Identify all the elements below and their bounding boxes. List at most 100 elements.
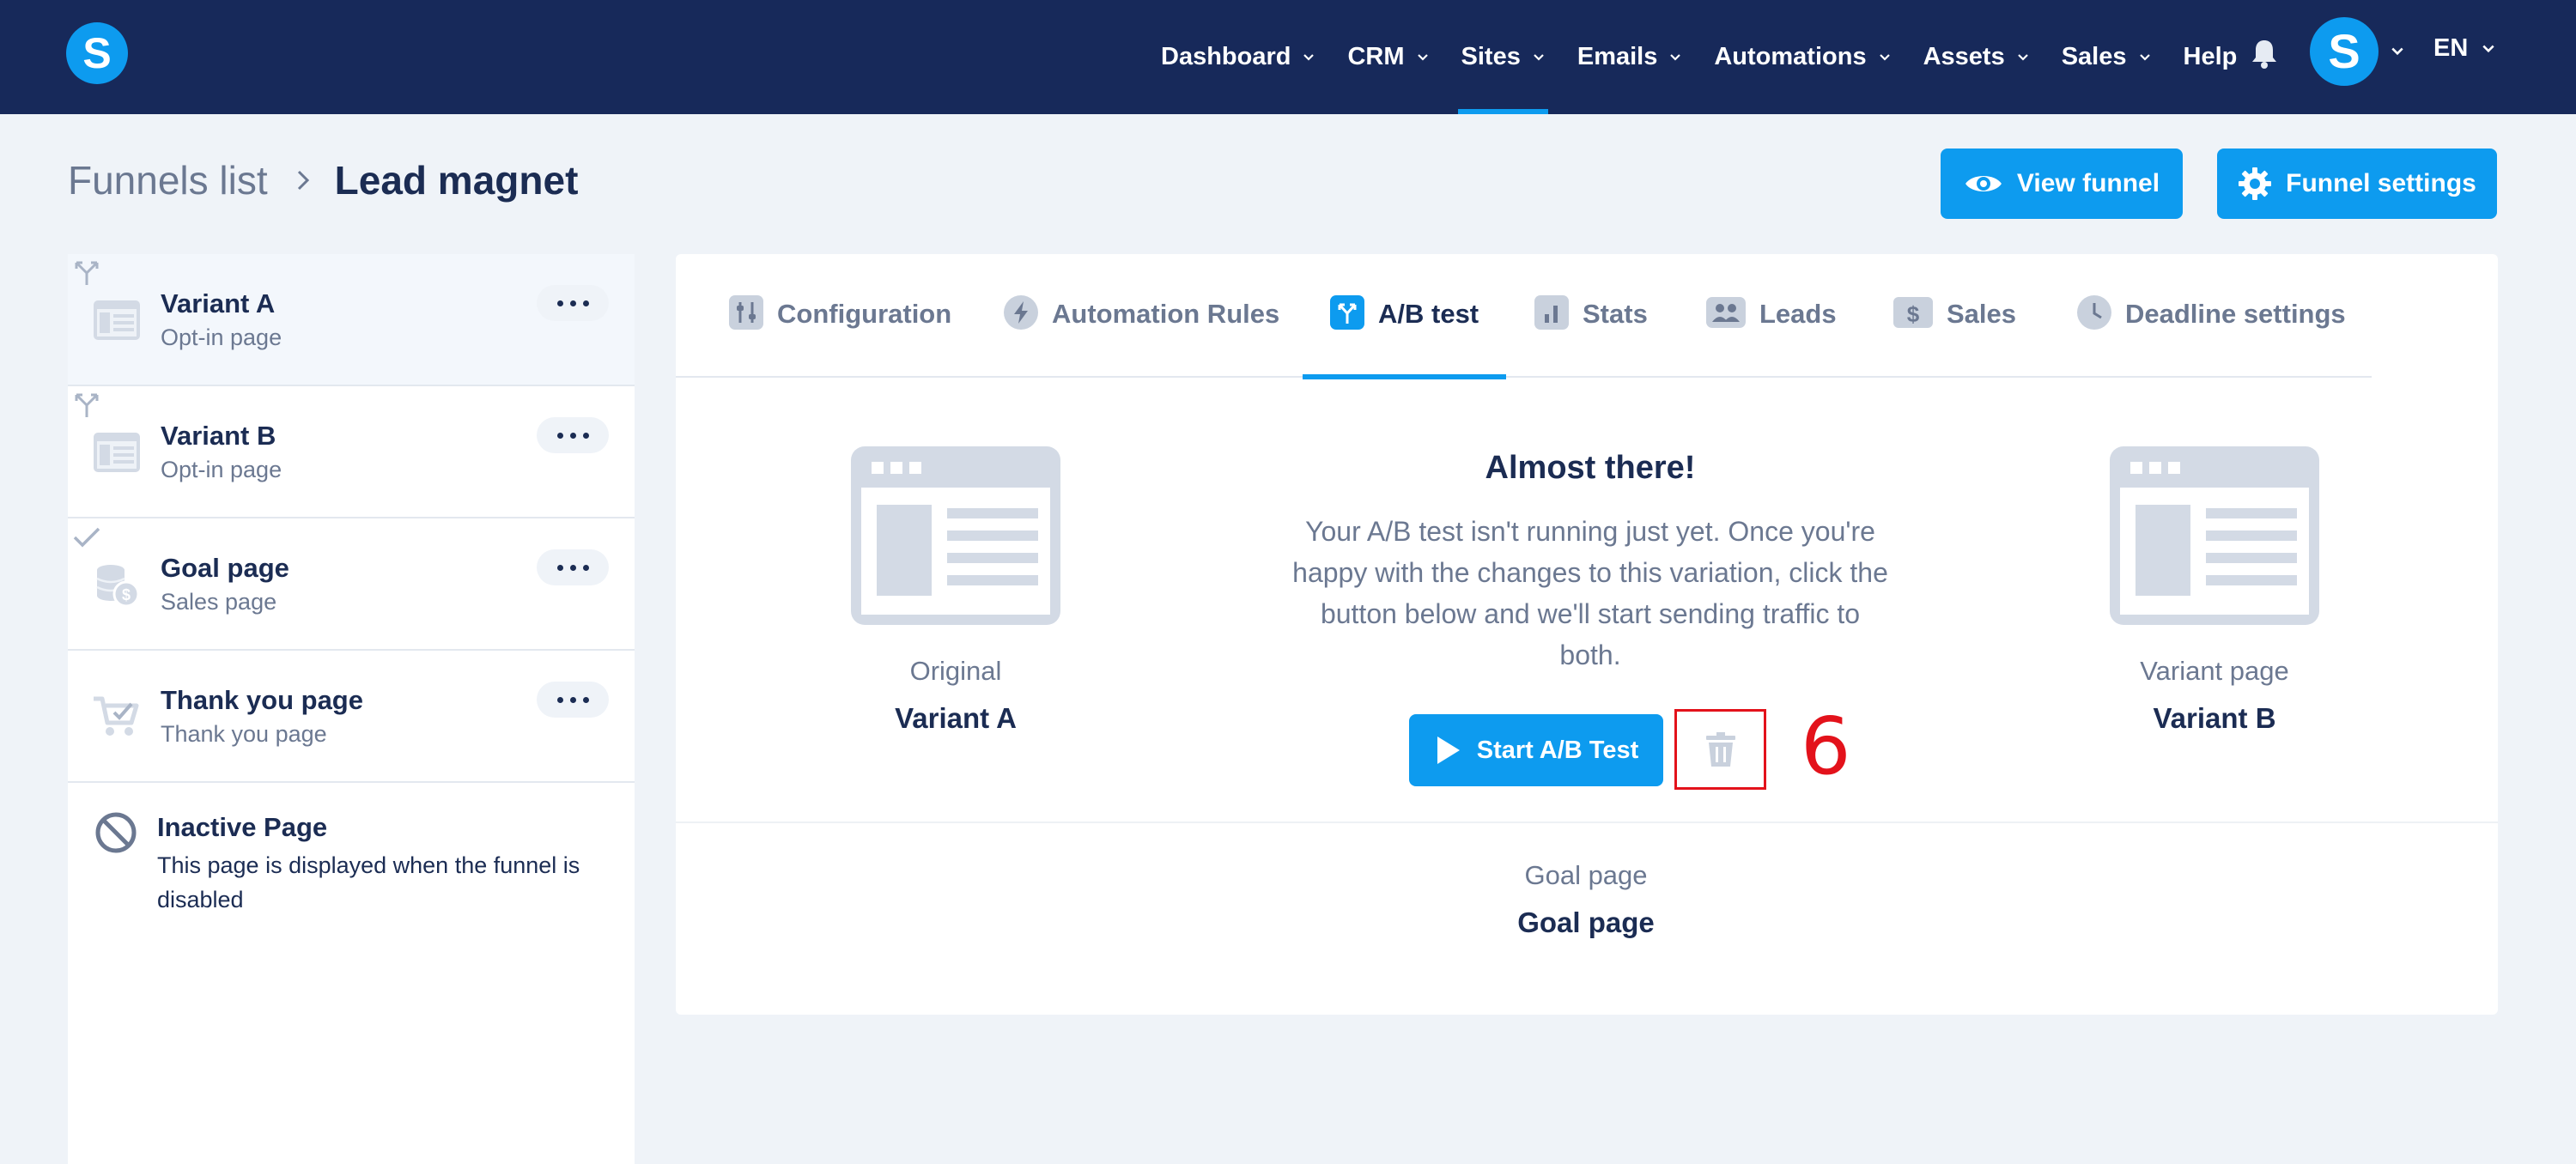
tab-label: Configuration [777,299,952,329]
funnel-step-variant-a[interactable]: Variant A Opt-in page [68,254,635,386]
start-ab-test-button[interactable]: Start A/B Test [1409,714,1663,786]
funnel-settings-button[interactable]: Funnel settings [2217,149,2497,219]
language-selector[interactable]: EN [2433,34,2495,63]
nav-item-sales[interactable]: Sales [2062,0,2151,114]
tab-label: Sales [1947,299,2017,329]
page-preview-icon [2110,446,2319,625]
chevron-down-icon [1670,53,1681,61]
inactive-page-title: Inactive Page [157,812,328,842]
nav-item-automations[interactable]: Automations [1714,0,1890,114]
breadcrumb-funnels-list[interactable]: Funnels list [68,157,268,203]
cart-check-icon [94,696,139,736]
variant-name: Variant B [2153,702,2276,734]
inactive-page-description: This page is displayed when the funnel i… [157,852,580,912]
split-icon [75,393,99,417]
chevron-down-icon [1879,53,1890,61]
original-name: Variant A [895,702,1017,734]
tab-stats[interactable]: Stats [1534,295,1648,378]
funnel-step-goal-page[interactable]: $ Goal page Sales page [68,518,635,651]
view-funnel-label: View funnel [2016,169,2160,197]
step-subtitle: Sales page [161,589,277,615]
step-subtitle: Thank you page [161,721,327,747]
tab-bar: Configuration Automation Rules A/B test … [676,254,2372,379]
funnel-step-panel: Configuration Automation Rules A/B test … [676,254,2498,1015]
trash-icon [1705,732,1735,767]
nav-item-emails[interactable]: Emails [1577,0,1682,114]
lightning-icon [1004,295,1038,330]
nav-item-sites[interactable]: Sites [1457,0,1549,114]
chevron-down-icon [1417,53,1428,61]
funnel-settings-label: Funnel settings [2286,169,2476,197]
top-navigation-bar: S Dashboard CRM Sites Emails Automations… [0,0,2576,114]
divider [676,821,2498,823]
inactive-page-step[interactable]: Inactive Page This page is displayed whe… [68,783,635,937]
step-subtitle: Opt-in page [161,457,283,482]
funnel-steps-sidebar: Variant A Opt-in page Variant B Opt-in p… [68,254,635,1164]
nav-item-label: Sales [2061,43,2127,70]
tab-ab-test[interactable]: A/B test [1302,295,1507,379]
view-funnel-button[interactable]: View funnel [1941,149,2183,219]
tab-configuration[interactable]: Configuration [729,295,952,378]
main-nav: Dashboard CRM Sites Emails Automations A… [1161,0,2269,114]
language-label: EN [2433,34,2469,62]
more-options-button[interactable] [537,682,609,718]
nav-item-help[interactable]: Help [2184,0,2238,114]
tab-leads[interactable]: Leads [1706,297,1837,378]
breadcrumb: Funnels list Lead magnet [68,157,578,203]
step-title: Thank you page [161,685,363,715]
user-avatar[interactable]: S [2310,17,2379,86]
step-title: Variant A [161,288,276,318]
play-icon [1437,737,1460,764]
goal-page-summary: Goal page Goal page [1328,860,1844,939]
split-icon [75,261,99,285]
disabled-icon [95,812,137,853]
nav-item-label: Emails [1577,43,1658,70]
tab-label: Deadline settings [2125,299,2346,329]
check-icon [73,527,100,548]
opt-in-page-icon [94,433,140,472]
nav-item-dashboard[interactable]: Dashboard [1161,0,1315,114]
nav-item-crm[interactable]: CRM [1347,0,1428,114]
more-options-button[interactable] [537,417,609,453]
nav-item-label: Dashboard [1161,43,1291,70]
variant-label: Variant page [2140,656,2289,686]
users-icon [1706,297,1746,328]
tab-label: Stats [1583,299,1648,329]
eye-icon [1965,176,2002,191]
gear-icon [2239,167,2272,200]
bar-chart-icon [1534,295,1569,330]
split-icon [1330,295,1364,330]
bell-icon[interactable] [2247,36,2281,70]
status-description: Your A/B test isn't running just yet. On… [1292,516,1888,670]
clock-icon [2077,295,2111,330]
chevron-down-icon [2017,53,2028,61]
nav-item-label: Help [2183,43,2238,70]
tab-deadline-settings[interactable]: Deadline settings [2077,295,2346,378]
step-title: Variant B [161,421,276,451]
nav-item-label: Assets [1923,43,2005,70]
variant-b: Variant page Variant B [2086,446,2343,735]
nav-item-label: CRM [1347,43,1405,70]
tab-automation-rules[interactable]: Automation Rules [1004,295,1280,378]
tab-label: Leads [1759,299,1837,329]
tab-label: A/B test [1378,299,1479,329]
dollar-icon: $ [1893,297,1933,328]
sliders-icon [729,295,763,330]
tab-sales[interactable]: $ Sales [1893,297,2017,378]
goal-name: Goal page [1517,906,1655,938]
tab-label: Automation Rules [1052,299,1280,329]
nav-item-assets[interactable]: Assets [1923,0,2029,114]
app-logo[interactable]: S [66,22,128,84]
page-preview-icon [851,446,1060,625]
svg-text:$: $ [1907,301,1920,327]
ab-test-status: Almost there! Your A/B test isn't runnin… [1290,450,1891,676]
chevron-down-icon[interactable] [2391,45,2404,58]
nav-item-label: Sites [1461,43,1521,70]
delete-variant-button[interactable] [1674,709,1766,790]
original-label: Original [909,656,1002,686]
more-options-button[interactable] [537,549,609,585]
funnel-step-variant-b[interactable]: Variant B Opt-in page [68,386,635,518]
more-options-button[interactable] [537,285,609,321]
page-title: Lead magnet [334,158,579,203]
funnel-step-thank-you-page[interactable]: Thank you page Thank you page [68,651,635,783]
